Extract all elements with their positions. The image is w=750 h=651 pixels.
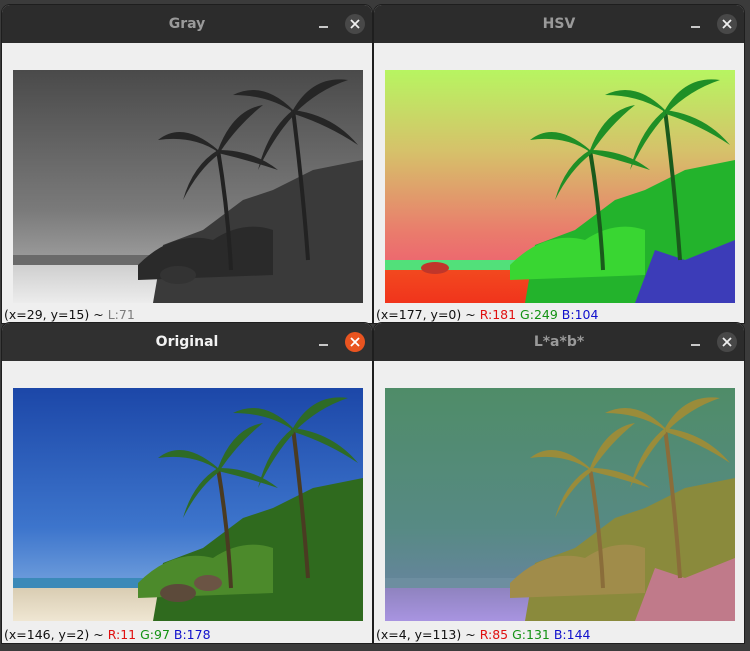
minimize-icon[interactable] xyxy=(313,14,333,34)
minimize-icon[interactable] xyxy=(685,332,705,352)
original-image[interactable] xyxy=(13,388,363,621)
blue-value: B:144 xyxy=(553,627,591,642)
gray-status-bar: (x=29, y=15) ~ L:71 xyxy=(4,307,135,322)
blue-value: B:104 xyxy=(561,307,599,322)
lab-titlebar[interactable]: L*a*b* xyxy=(374,323,744,361)
original-status-bar: (x=146, y=2) ~ R:11 G:97 B:178 xyxy=(4,627,211,642)
minimize-icon[interactable] xyxy=(313,332,333,352)
blue-value: B:178 xyxy=(173,627,211,642)
cursor-coords: (x=146, y=2) ~ xyxy=(4,627,104,642)
green-value: G:131 xyxy=(512,627,550,642)
gray-image[interactable] xyxy=(13,70,363,303)
gray-titlebar[interactable]: Gray xyxy=(2,5,372,43)
hsv-image[interactable] xyxy=(385,70,735,303)
original-titlebar[interactable]: Original xyxy=(2,323,372,361)
cursor-coords: (x=29, y=15) ~ xyxy=(4,307,104,322)
luma-value: L:71 xyxy=(107,307,135,322)
hsv-titlebar[interactable]: HSV xyxy=(374,5,744,43)
red-value: R:85 xyxy=(479,627,509,642)
lab-window[interactable]: L*a*b* (x=4, y=113) ~ R:85 G:131 B:144 xyxy=(374,323,744,643)
minimize-icon[interactable] xyxy=(685,14,705,34)
gray-window[interactable]: Gray (x=29, y=15) ~ L:71 xyxy=(2,5,372,323)
green-value: G:97 xyxy=(140,627,170,642)
red-value: R:11 xyxy=(107,627,137,642)
green-value: G:249 xyxy=(520,307,558,322)
lab-image[interactable] xyxy=(385,388,735,621)
close-icon[interactable] xyxy=(345,332,365,352)
close-icon[interactable] xyxy=(717,332,737,352)
close-icon[interactable] xyxy=(717,14,737,34)
cursor-coords: (x=4, y=113) ~ xyxy=(376,627,476,642)
lab-status-bar: (x=4, y=113) ~ R:85 G:131 B:144 xyxy=(376,627,591,642)
cursor-coords: (x=177, y=0) ~ xyxy=(376,307,476,322)
hsv-status-bar: (x=177, y=0) ~ R:181 G:249 B:104 xyxy=(376,307,598,322)
hsv-window[interactable]: HSV (x=177, y=0) ~ R:181 G:249 B:104 xyxy=(374,5,744,323)
original-window[interactable]: Original (x=146, y=2) ~ R:11 G:97 B:178 xyxy=(2,323,372,643)
close-icon[interactable] xyxy=(345,14,365,34)
red-value: R:181 xyxy=(479,307,517,322)
